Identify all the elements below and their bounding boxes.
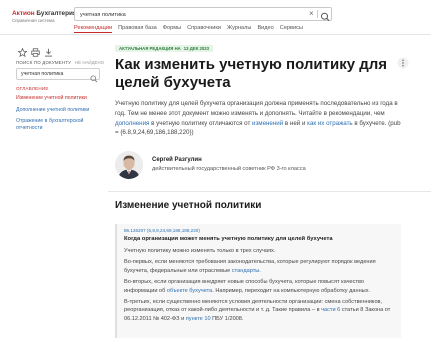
page-title: Как изменить учетную политику для целей … (115, 56, 388, 91)
doc-search-label: ПОИСК ПО ДОКУМЕНТУ (16, 60, 72, 65)
nav-item-references[interactable]: Справочники (187, 24, 221, 32)
sidebar: ПОИСК ПО ДОКУМЕНТУ НЕ НАЙДЕНО ОГЛАВЛЕНИЕ… (0, 36, 108, 338)
logo-title: Актион Бухгалтерия (12, 10, 77, 17)
lead-text-3: в ней и (283, 119, 308, 127)
logo-brand-text: Актион (12, 10, 35, 17)
nav-item-legal-base[interactable]: Правовая база (118, 24, 157, 32)
card-paragraph-3: Во-вторых, если организация внедряет нов… (124, 278, 395, 295)
link-clause-10[interactable]: пункте 10 (186, 316, 211, 322)
card-p2-end: . (259, 267, 261, 274)
logo-subtitle: Справочная система (12, 18, 55, 24)
global-search-input[interactable] (80, 10, 300, 19)
card-heading: Когда организация может менять учетную п… (124, 236, 333, 242)
lead-text-1: Учетную политику для целей бухучета орга… (115, 100, 398, 117)
doc-search-status: НЕ НАЙДЕНО (75, 60, 105, 65)
badge-label: АКТУАЛЬНАЯ РЕДАКЦИЯ НА (119, 46, 181, 51)
global-search: × (74, 7, 332, 22)
main-nav: Рекомендации Правовая база Формы Справоч… (74, 23, 309, 33)
top-header: Актион Бухгалтерия Справочная система × … (0, 0, 431, 36)
link-part-6[interactable]: части 6 (321, 307, 340, 313)
card-p3-end: . Например, переходит на компьютерную об… (212, 287, 371, 294)
toc-item-addition[interactable]: Дополнение учетной политики (16, 107, 104, 114)
nav-item-journals[interactable]: Журналы (227, 24, 251, 32)
nav-item-video[interactable]: Видео (257, 24, 273, 32)
logo[interactable]: Актион Бухгалтерия Справочная система (12, 10, 77, 24)
nav-item-services[interactable]: Сервисы (280, 24, 303, 32)
doc-search (16, 68, 100, 83)
doc-search-input[interactable] (21, 70, 87, 78)
card-paragraph-4: В-третьих, если существенно меняются усл… (124, 298, 395, 323)
toc-item-change[interactable]: Изменение учетной политики (16, 95, 104, 102)
search-icon[interactable] (90, 70, 98, 83)
status-badge: АКТУАЛЬНАЯ РЕДАКЦИЯ НА 13 ДЕК 2023 (115, 45, 214, 52)
link-standards[interactable]: стандарты (232, 268, 259, 274)
print-icon[interactable] (31, 44, 40, 57)
content-card: 86.126207 (6,8,9,24,69,186,188,220) Когд… (115, 224, 401, 338)
lead-link-additions[interactable]: дополнения (115, 120, 149, 127)
author-block: Сергей Разгулин действительный государст… (115, 151, 405, 181)
toc-title: ОГЛАВЛЕНИЕ (16, 86, 49, 91)
card-p4-end: ПБУ 1/2008. (210, 315, 244, 322)
section-divider (108, 191, 431, 192)
nav-item-forms[interactable]: Формы (163, 24, 181, 32)
lead-text-2: в учетную политику отличаются от (149, 119, 253, 127)
close-icon[interactable]: × (309, 9, 314, 19)
search-divider (317, 10, 318, 18)
lead-link-changes[interactable]: изменений (252, 120, 283, 127)
nav-item-recommendations[interactable]: Рекомендации (74, 24, 113, 33)
author-name[interactable]: Сергей Разгулин (152, 157, 202, 163)
lead-link-how-to-reflect[interactable]: как их отражать (307, 120, 353, 127)
download-icon[interactable] (44, 44, 53, 57)
header-divider (0, 34, 431, 35)
article: АКТУАЛЬНАЯ РЕДАКЦИЯ НА 13 ДЕК 2023 Как из… (108, 36, 431, 338)
avatar (115, 151, 143, 179)
badge-date: 13 ДЕК 2023 (183, 46, 210, 51)
card-paragraph-1: Учетную политику можно изменять только в… (124, 248, 276, 254)
star-icon[interactable] (17, 44, 28, 58)
card-paragraph-2: Во-первых, если меняются требования зако… (124, 258, 395, 275)
paragraph-number[interactable]: 86.126207 (6,8,9,24,69,186,188,220) (124, 227, 395, 234)
section-title: Изменение учетной политики (115, 200, 262, 211)
logo-product-text: Бухгалтерия (36, 10, 77, 17)
toc-item-reporting[interactable]: Отражение в бухгалтерской отчетности (16, 118, 104, 132)
author-role: действительный государственный советник … (152, 166, 306, 172)
search-icon[interactable] (320, 9, 331, 22)
article-lead: Учетную политику для целей бухучета орга… (115, 99, 405, 138)
link-accounting-object[interactable]: объекте бухучета (167, 288, 212, 294)
